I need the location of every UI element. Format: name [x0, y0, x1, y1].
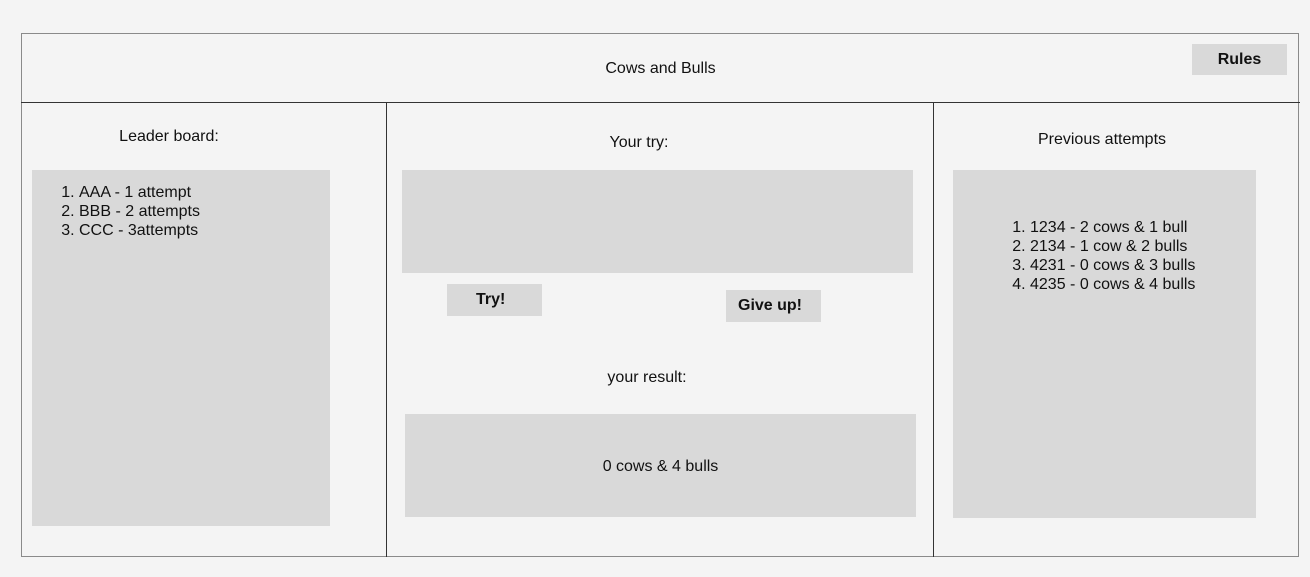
- previous-attempt-entry: 4231 - 0 cows & 3 bulls: [1030, 256, 1256, 275]
- app-title: Cows and Bulls: [605, 60, 716, 77]
- leaderboard-entry: BBB - 2 attempts: [79, 202, 330, 221]
- previous-attempt-entry: 4235 - 0 cows & 4 bulls: [1030, 275, 1256, 294]
- leaderboard-entry: AAA - 1 attempt: [79, 183, 330, 202]
- try-button[interactable]: Try!: [447, 284, 542, 316]
- leaderboard-entry: CCC - 3attempts: [79, 221, 330, 240]
- result-heading: your result:: [607, 369, 687, 386]
- previous-attempt-entry: 2134 - 1 cow & 2 bulls: [1030, 237, 1256, 256]
- right-column-divider: [933, 103, 934, 557]
- previous-attempts-panel: 1234 - 2 cows & 1 bull 2134 - 1 cow & 2 …: [953, 170, 1256, 518]
- leaderboard-list: AAA - 1 attempt BBB - 2 attempts CCC - 3…: [32, 183, 330, 240]
- result-value: 0 cows & 4 bulls: [602, 458, 719, 475]
- give-up-button[interactable]: Give up!: [726, 290, 821, 322]
- header-divider: [21, 102, 1300, 103]
- leaderboard-heading: Leader board:: [119, 128, 219, 145]
- rules-button[interactable]: Rules: [1192, 44, 1287, 75]
- left-column-divider: [386, 103, 387, 557]
- previous-attempts-list: 1234 - 2 cows & 1 bull 2134 - 1 cow & 2 …: [953, 218, 1256, 294]
- leaderboard-panel: AAA - 1 attempt BBB - 2 attempts CCC - 3…: [32, 170, 330, 526]
- previous-attempts-heading: Previous attempts: [1037, 131, 1167, 148]
- guess-input[interactable]: [402, 170, 913, 273]
- your-try-heading: Your try:: [609, 134, 669, 151]
- result-panel: 0 cows & 4 bulls: [405, 414, 916, 517]
- previous-attempt-entry: 1234 - 2 cows & 1 bull: [1030, 218, 1256, 237]
